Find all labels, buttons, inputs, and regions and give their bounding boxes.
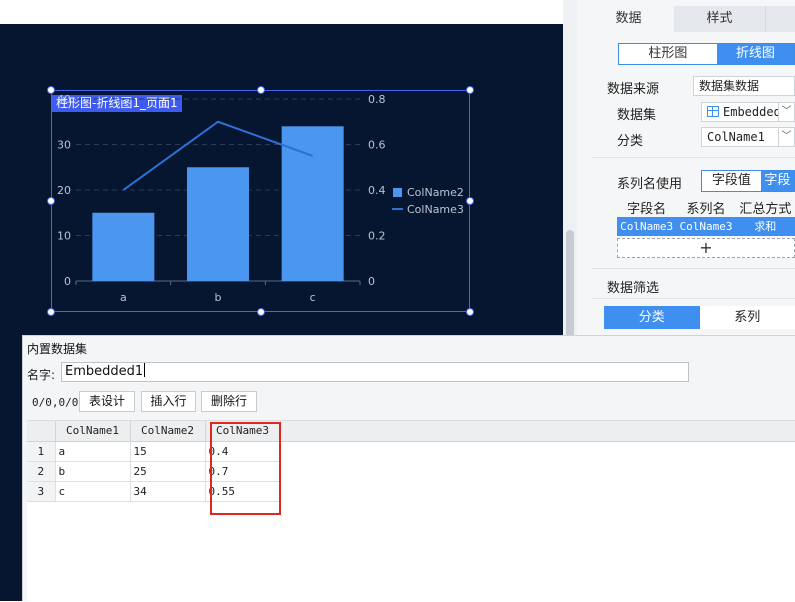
y-left-tick-label: 40	[57, 93, 71, 106]
add-series-button[interactable]: +	[617, 238, 795, 258]
y-left-tick-label: 20	[57, 184, 71, 197]
filter-tab-category[interactable]: 分类	[604, 306, 700, 329]
chevron-down-icon[interactable]: ﹀	[778, 103, 794, 121]
series-toggle-field[interactable]: 字段	[761, 171, 794, 191]
grid-header-strip	[280, 421, 795, 442]
table-cell[interactable]: c	[55, 481, 130, 501]
dataset-name-input[interactable]: Embedded1	[61, 362, 689, 382]
category-label: 分类	[617, 130, 643, 149]
chart-type-switch: 柱形图 折线图	[618, 43, 795, 65]
tab-more[interactable]	[765, 6, 795, 32]
data-filter-label: 数据筛选	[607, 277, 659, 296]
series-table-header: 字段名 系列名 汇总方式	[617, 198, 795, 216]
y-right-tick-label: 0	[368, 275, 375, 288]
table-cell[interactable]: a	[55, 441, 130, 461]
text-caret	[144, 363, 145, 377]
resize-handle[interactable]	[466, 308, 474, 316]
filter-tab-series[interactable]: 系列	[700, 306, 795, 329]
delete-row-button[interactable]: 删除行	[201, 391, 257, 412]
y-right-tick-label: 0.4	[368, 184, 386, 197]
table-cell[interactable]: 15	[130, 441, 205, 461]
series-head-name: 系列名	[676, 198, 735, 216]
series-row-agg[interactable]: 求和	[736, 217, 795, 236]
chart-type-bar[interactable]: 柱形图	[619, 44, 717, 64]
x-tick-label: c	[310, 291, 316, 304]
legend-label: ColName3	[407, 203, 464, 216]
x-tick-label: a	[120, 291, 127, 304]
resize-handle[interactable]	[257, 86, 265, 94]
table-cell[interactable]: b	[55, 461, 130, 481]
column-header[interactable]: ColName2	[130, 421, 205, 441]
series-row-name[interactable]: ColName3	[676, 217, 735, 236]
y-left-tick-label: 0	[64, 275, 71, 288]
y-right-tick-label: 0.8	[368, 93, 386, 106]
insert-row-button[interactable]: 插入行	[141, 391, 196, 412]
combo-chart[interactable]: 0 0 10 0.2 20 0.4 30 0.6 40 0.8 a b c ColName2 ColName…	[0, 24, 563, 324]
row-number[interactable]: 1	[27, 441, 55, 461]
category-value: ColName1	[707, 130, 765, 144]
series-name-label: 系列名使用	[617, 173, 682, 192]
dataset-name-value: Embedded1	[65, 364, 143, 379]
data-source-value: 数据集数据	[699, 79, 759, 93]
tab-style[interactable]: 样式	[674, 6, 765, 32]
dataset-icon	[707, 106, 719, 117]
resize-handle[interactable]	[47, 197, 55, 205]
series-head-field: 字段名	[617, 198, 676, 216]
table-cell[interactable]: 25	[130, 461, 205, 481]
series-head-agg: 汇总方式	[736, 198, 795, 216]
divider	[592, 268, 795, 269]
resize-handle[interactable]	[466, 197, 474, 205]
bar	[92, 213, 154, 281]
legend-swatch-bar	[393, 188, 402, 197]
divider	[592, 157, 795, 158]
series-toggle-field-value[interactable]: 字段值	[702, 171, 761, 191]
chevron-down-icon[interactable]: ﹀	[778, 128, 794, 146]
dialog-title: 内置数据集	[27, 340, 87, 357]
resize-handle[interactable]	[47, 308, 55, 316]
y-left-tick-label: 30	[57, 139, 71, 152]
resize-handle[interactable]	[257, 308, 265, 316]
row-number[interactable]: 3	[27, 481, 55, 501]
bar	[187, 167, 249, 281]
series-row[interactable]: ColName3 ColName3 求和	[617, 217, 795, 236]
panel-tabs: 数据 样式	[583, 6, 795, 32]
legend-label: ColName2	[407, 186, 464, 199]
table-cell[interactable]: 34	[130, 481, 205, 501]
series-row-field[interactable]: ColName3	[617, 217, 676, 236]
column-header[interactable]: ColName1	[55, 421, 130, 441]
series-name-toggle: 字段值 字段	[701, 170, 795, 192]
row-col-counter: 0/0,0/0	[32, 396, 78, 409]
resize-handle[interactable]	[466, 86, 474, 94]
category-select[interactable]: ColName1 ﹀	[701, 127, 795, 147]
bar	[282, 126, 344, 281]
canvas-top-strip	[0, 0, 572, 24]
data-grid-area[interactable]: ColName1 ColName2 ColName3 1 a 15 0.4 2 …	[27, 420, 795, 602]
column-highlight-box	[210, 422, 281, 515]
dataset-label: 数据集	[617, 104, 656, 123]
table-design-button[interactable]: 表设计	[79, 391, 135, 412]
resize-handle[interactable]	[47, 86, 55, 94]
dataset-select[interactable]: Embedded1 ﹀	[701, 102, 795, 122]
tab-data[interactable]: 数据	[583, 6, 674, 32]
name-label: 名字:	[27, 366, 55, 383]
embedded-dataset-dialog: 内置数据集 名字: Embedded1 0/0,0/0 表设计 插入行 删除行 …	[22, 335, 795, 601]
x-tick-label: b	[215, 291, 222, 304]
y-right-tick-label: 0.6	[368, 139, 386, 152]
grid-corner[interactable]	[27, 421, 55, 441]
data-source-label: 数据来源	[607, 78, 659, 97]
data-source-select[interactable]: 数据集数据	[693, 76, 795, 96]
chart-type-line[interactable]: 折线图	[717, 44, 794, 64]
y-left-tick-label: 10	[57, 230, 71, 243]
row-number[interactable]: 2	[27, 461, 55, 481]
y-right-tick-label: 0.2	[368, 230, 386, 243]
canvas-scroll-thumb[interactable]	[566, 230, 574, 340]
filter-tabs: 分类 系列	[604, 306, 795, 329]
divider	[592, 298, 795, 299]
